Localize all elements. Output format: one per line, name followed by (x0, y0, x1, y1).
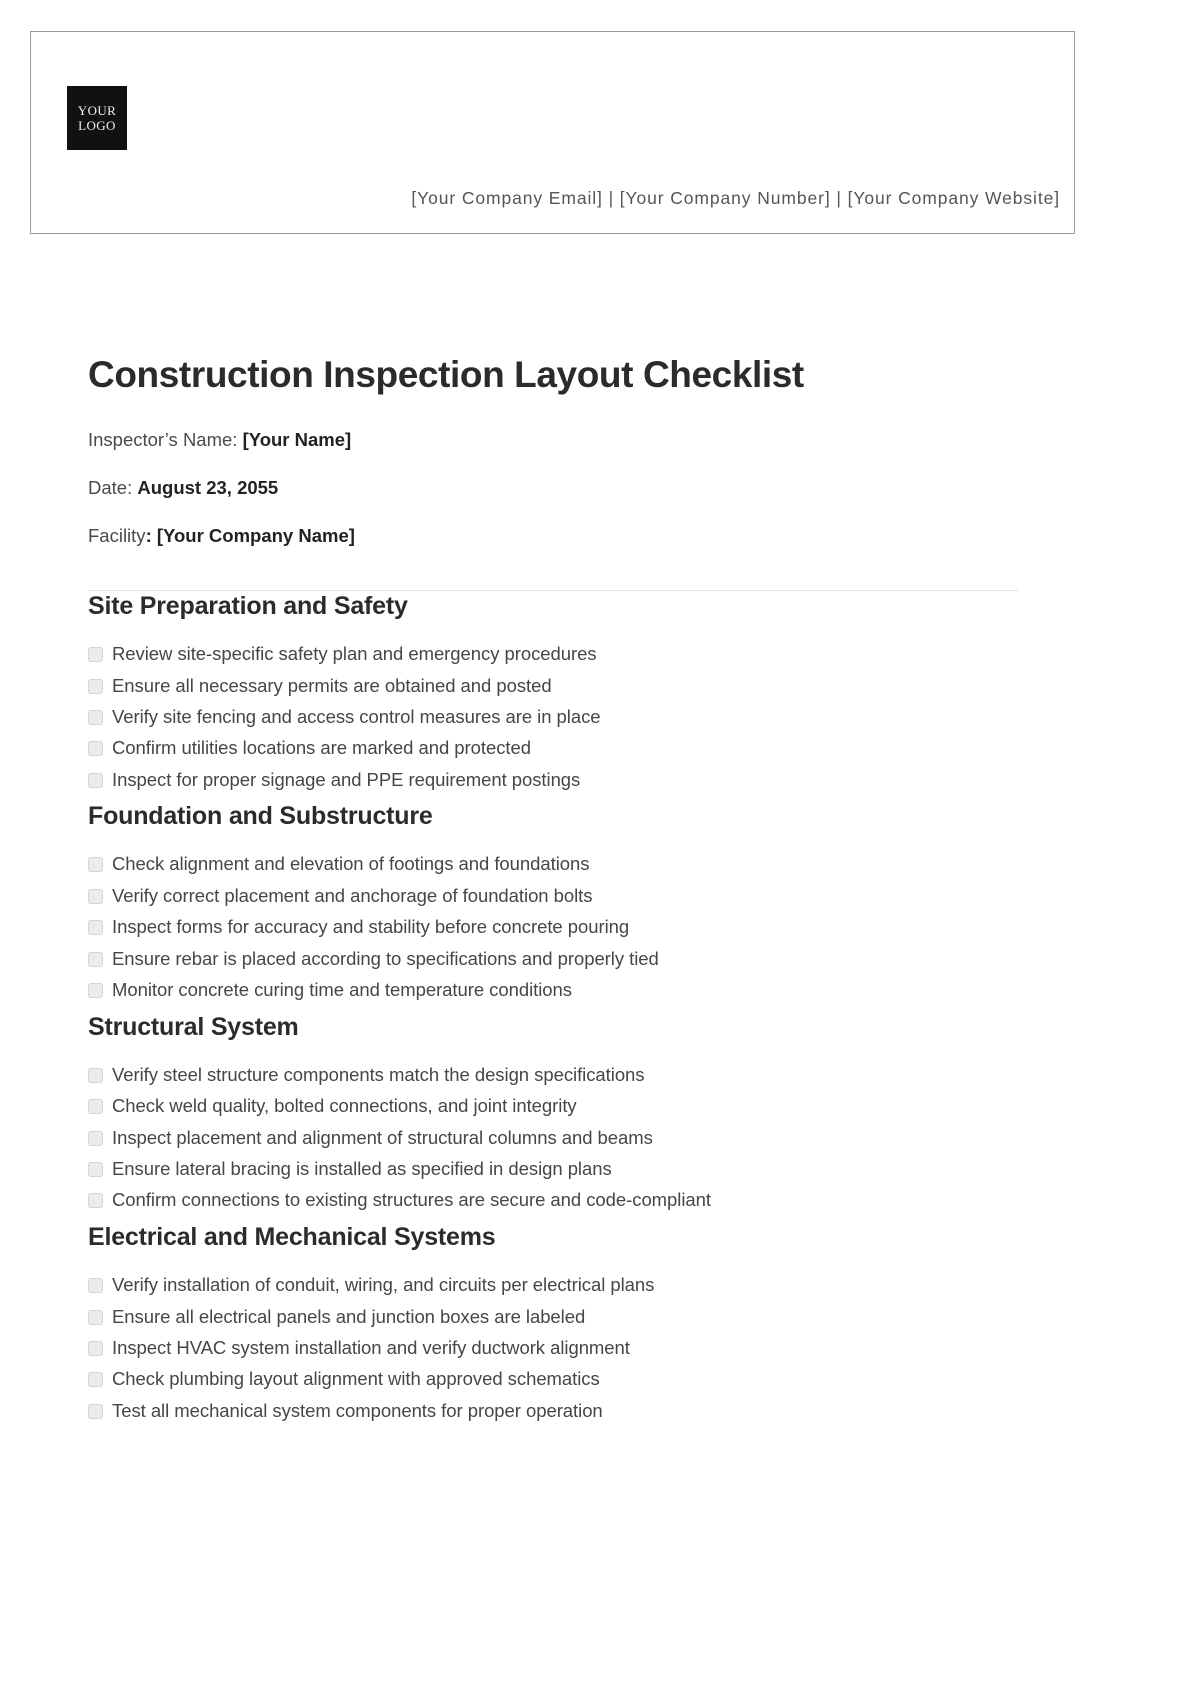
checklist-foundation-and-substructure: Check alignment and elevation of footing… (88, 832, 1018, 1001)
section-heading: Electrical and Mechanical Systems (88, 1222, 496, 1251)
letterhead: YOUR LOGO [Your Company Email] | [Your C… (30, 31, 1075, 234)
list-item-label: Ensure all necessary permits are obtaine… (112, 674, 552, 696)
list-item[interactable]: Verify site fencing and access control m… (88, 705, 1018, 727)
section-heading: Site Preparation and Safety (88, 591, 408, 620)
list-item[interactable]: Verify correct placement and anchorage o… (88, 884, 1018, 906)
list-item-label: Verify site fencing and access control m… (112, 705, 601, 727)
list-item[interactable]: Check alignment and elevation of footing… (88, 853, 1018, 875)
section-structural-system: Structural System Verify steel structure… (88, 1012, 1018, 1210)
page-title: Construction Inspection Layout Checklist (88, 354, 804, 395)
list-item-label: Confirm utilities locations are marked a… (112, 737, 531, 759)
list-item[interactable]: Confirm connections to existing structur… (88, 1189, 1018, 1211)
list-item[interactable]: Ensure lateral bracing is installed as s… (88, 1159, 1018, 1178)
meta-facility: Facility: [Your Company Name] (88, 524, 1018, 548)
meta-date-value: August 23, 2055 (137, 476, 279, 498)
list-item-label: Check weld quality, bolted connections, … (112, 1095, 577, 1117)
logo-line-2: LOGO (78, 118, 116, 133)
list-item[interactable]: Review site-specific safety plan and eme… (88, 643, 1018, 665)
list-item-label: Test all mechanical system components fo… (112, 1399, 603, 1421)
checkbox-icon[interactable] (88, 1130, 103, 1146)
checkbox-icon[interactable] (88, 1403, 103, 1419)
meta-inspector-name-value: [Your Name] (242, 428, 352, 450)
checklist-structural-system: Verify steel structure components match … (88, 1043, 1018, 1210)
checkbox-icon[interactable] (88, 678, 103, 694)
list-item-label: Inspect for proper signage and PPE requi… (112, 768, 581, 790)
document-body: Construction Inspection Layout Checklist… (88, 354, 1018, 1432)
checkbox-icon[interactable] (88, 741, 103, 757)
section-electrical-and-mechanical-systems: Electrical and Mechanical Systems Verify… (88, 1222, 1018, 1420)
checklist-site-preparation-and-safety: Review site-specific safety plan and eme… (88, 622, 1018, 789)
list-item[interactable]: Ensure all necessary permits are obtaine… (88, 674, 1018, 696)
list-item-label: Inspect forms for accuracy and stability… (112, 916, 630, 938)
meta-inspector-name-label: Inspector’s Name: (88, 428, 243, 450)
list-item-label: Inspect placement and alignment of struc… (112, 1126, 653, 1148)
list-item[interactable]: Confirm utilities locations are marked a… (88, 737, 1018, 759)
list-item[interactable]: Inspect forms for accuracy and stability… (88, 916, 1018, 938)
list-item[interactable]: Check weld quality, bolted connections, … (88, 1095, 1018, 1117)
list-item[interactable]: Verify steel structure components match … (88, 1063, 1018, 1085)
list-item[interactable]: Inspect placement and alignment of struc… (88, 1126, 1018, 1148)
list-item-label: Verify installation of conduit, wiring, … (112, 1274, 655, 1296)
company-contact-line: [Your Company Email] | [Your Company Num… (411, 188, 1060, 208)
checkbox-icon[interactable] (88, 647, 103, 663)
section-foundation-and-substructure: Foundation and Substructure Check alignm… (88, 801, 1018, 1001)
list-item[interactable]: Ensure all electrical panels and junctio… (88, 1305, 1018, 1327)
section-site-preparation-and-safety: Site Preparation and Safety Review site-… (88, 591, 1018, 789)
list-item[interactable]: Test all mechanical system components fo… (88, 1399, 1018, 1421)
checkbox-icon[interactable] (88, 1162, 103, 1178)
list-item-label: Check alignment and elevation of footing… (112, 853, 590, 875)
meta-date: Date: August 23, 2055 (88, 476, 1018, 500)
list-item-label: Review site-specific safety plan and eme… (112, 643, 597, 665)
list-item-label: Ensure all electrical panels and junctio… (112, 1305, 586, 1327)
checkbox-icon[interactable] (88, 920, 103, 936)
list-item-label: Verify correct placement and anchorage o… (112, 884, 593, 906)
checkbox-icon[interactable] (88, 709, 103, 725)
checkbox-icon[interactable] (88, 888, 103, 904)
meta-inspector-name: Inspector’s Name: [Your Name] (88, 428, 1018, 452)
checkbox-icon[interactable] (88, 1309, 103, 1325)
list-item-label: Check plumbing layout alignment with app… (112, 1368, 600, 1390)
checkbox-icon[interactable] (88, 1067, 103, 1083)
list-item-label: Confirm connections to existing structur… (112, 1189, 711, 1211)
list-item-label: Ensure rebar is placed according to spec… (112, 947, 659, 969)
meta-facility-label: Facility (88, 524, 146, 546)
meta-date-label: Date: (88, 476, 138, 498)
checkbox-icon[interactable] (88, 983, 103, 999)
logo-line-1: YOUR (77, 103, 117, 118)
checkbox-icon[interactable] (88, 1193, 103, 1209)
list-item[interactable]: Ensure rebar is placed according to spec… (88, 947, 1018, 969)
list-item-label: Inspect HVAC system installation and ver… (112, 1337, 630, 1358)
checkbox-icon[interactable] (88, 772, 103, 788)
section-heading: Foundation and Substructure (88, 802, 433, 831)
list-item[interactable]: Inspect HVAC system installation and ver… (88, 1338, 1018, 1357)
checkbox-icon[interactable] (88, 1372, 103, 1388)
list-item-label: Verify steel structure components match … (112, 1063, 645, 1085)
list-item-label: Ensure lateral bracing is installed as s… (112, 1158, 612, 1180)
list-item[interactable]: Monitor concrete curing time and tempera… (88, 979, 1018, 1001)
checkbox-icon[interactable] (88, 857, 103, 873)
section-heading: Structural System (88, 1012, 299, 1041)
company-logo: YOUR LOGO (67, 86, 127, 150)
checkbox-icon[interactable] (88, 1099, 103, 1115)
meta-facility-value: : [Your Company Name] (145, 524, 355, 546)
list-item[interactable]: Inspect for proper signage and PPE requi… (88, 768, 1018, 790)
checkbox-icon[interactable] (88, 1341, 103, 1356)
list-item[interactable]: Verify installation of conduit, wiring, … (88, 1274, 1018, 1296)
checklist-electrical-and-mechanical-systems: Verify installation of conduit, wiring, … (88, 1253, 1018, 1420)
list-item[interactable]: Check plumbing layout alignment with app… (88, 1368, 1018, 1390)
checkbox-icon[interactable] (88, 1278, 103, 1294)
checkbox-icon[interactable] (88, 951, 103, 967)
list-item-label: Monitor concrete curing time and tempera… (112, 979, 572, 1001)
